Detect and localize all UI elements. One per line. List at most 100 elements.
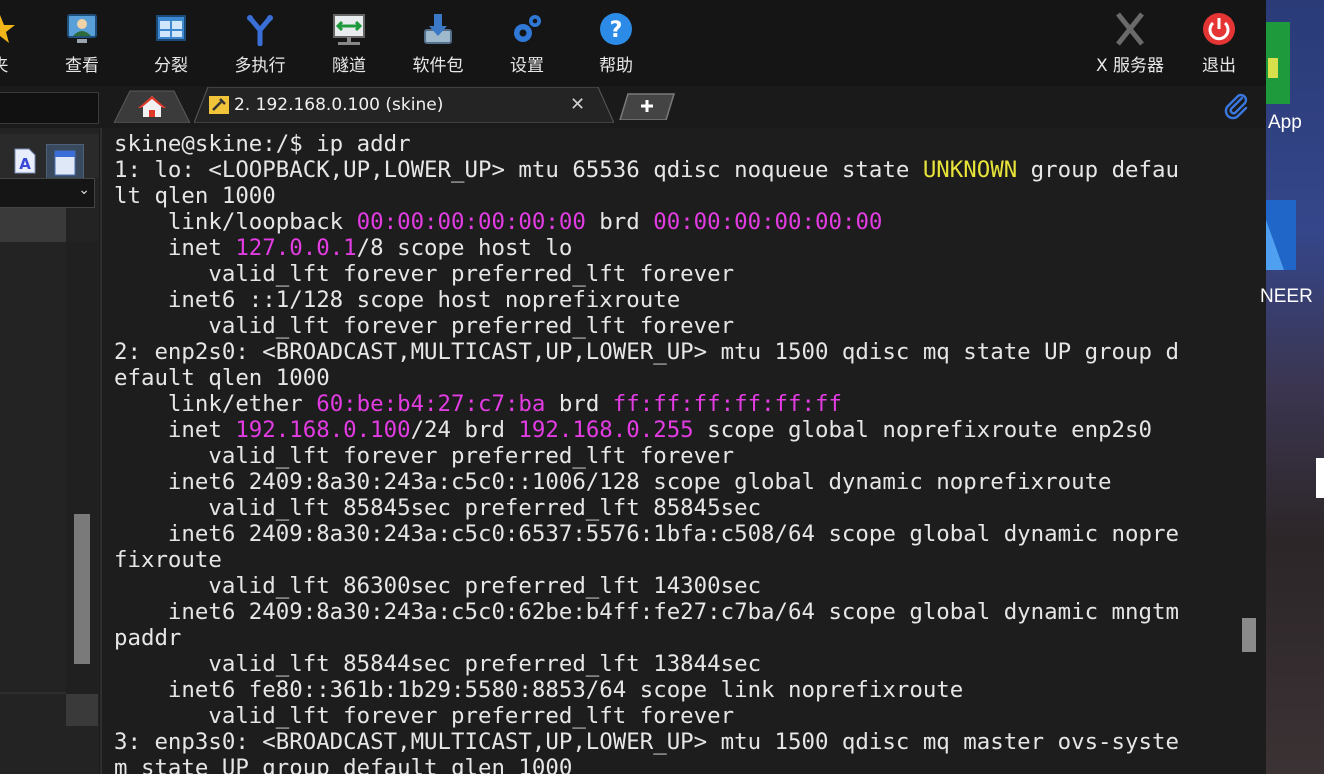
desktop-app-icon[interactable]: [1266, 22, 1290, 104]
terminal-text-segment: efault qlen 1000: [114, 365, 330, 391]
settings-label: 设置: [510, 56, 544, 76]
terminal-text-segment: inet6 fe80::361b:1b29:5580:8853/64 scope…: [114, 677, 964, 703]
packages-label: 软件包: [412, 56, 464, 76]
terminal-text-segment: paddr: [114, 625, 182, 651]
split-button[interactable]: 分裂: [135, 6, 207, 82]
desktop-icon-label-neer: NEER: [1260, 286, 1313, 307]
tab-home[interactable]: [112, 89, 192, 123]
desktop-icon-label-app: App: [1268, 112, 1302, 133]
terminal-text-segment: /24 brd: [410, 417, 519, 443]
terminal-text-segment: link/loopback: [114, 209, 357, 235]
settings-button[interactable]: 设置: [491, 6, 563, 82]
terminal-line: lt qlen 1000: [114, 183, 1179, 209]
session-tab-bar: 2. 192.168.0.100 (skine) ✕: [0, 86, 1266, 128]
document-view-icon[interactable]: [46, 144, 84, 182]
terminal-line: m state UP group default qlen 1000: [114, 755, 1179, 774]
quick-connect-input[interactable]: [0, 92, 99, 124]
wrench-terminal-icon: [209, 96, 229, 114]
terminal-text-segment: fixroute: [114, 547, 222, 573]
terminal-text-segment: inet6 2409:8a30:243a:c5c0::1006/128 scop…: [114, 469, 1112, 495]
terminal-line: efault qlen 1000: [114, 365, 1179, 391]
terminal-text-segment: UNKNOWN: [922, 157, 1018, 183]
new-tab-button[interactable]: [618, 92, 676, 120]
terminal-text-segment: inet: [114, 417, 236, 443]
split-window-icon: [156, 15, 186, 41]
terminal-text-segment: inet6 2409:8a30:243a:c5c0:62be:b4ff:fe27…: [114, 599, 1179, 625]
terminal-line: link/ether 60:be:b4:27:c7:ba brd ff:ff:f…: [114, 391, 1179, 417]
terminal-pane[interactable]: skine@skine:/$ ip addr 1: lo: <LOOPBACK,U…: [100, 128, 1240, 774]
terminal-text-segment: valid_lft forever preferred_lft forever: [114, 261, 735, 287]
terminal-text-segment: inet: [114, 235, 236, 261]
terminal-line: valid_lft forever preferred_lft forever: [114, 703, 1179, 729]
power-exit-icon: [1203, 13, 1235, 45]
terminal-text-segment: 127.0.0.1: [235, 235, 357, 261]
terminal-line: link/loopback 00:00:00:00:00:00 brd 00:0…: [114, 209, 1179, 235]
terminal-line: valid_lft 85844sec preferred_lft 13844se…: [114, 651, 1179, 677]
chevron-down-icon: ⌄: [78, 182, 90, 198]
svg-text:A: A: [19, 155, 31, 173]
sidebar-toolbar: A: [0, 134, 99, 182]
terminal-line: skine@skine:/$ ip addr: [114, 131, 1179, 157]
terminal-text-segment: brd: [545, 391, 613, 417]
terminal-scrollbar-thumb[interactable]: [1242, 618, 1256, 652]
sidebar-divider: [0, 692, 66, 694]
view-button[interactable]: 查看: [46, 6, 118, 82]
app-icon-glyph: [1268, 58, 1278, 78]
terminal-text-segment: m state UP group default qlen 1000: [114, 755, 573, 774]
sidebar-selected-row[interactable]: [0, 208, 66, 242]
tunnel-button[interactable]: 隧道: [313, 6, 385, 82]
terminal-text-segment: 2: enp2s0: <BROADCAST,MULTICAST,UP,LOWER…: [114, 339, 1179, 365]
tab-session[interactable]: 2. 192.168.0.100 (skine) ✕: [194, 87, 614, 123]
terminal-text-segment: /8 scope host lo: [356, 235, 573, 261]
tunnel-network-icon: [333, 14, 365, 45]
terminal-line: inet 192.168.0.100/24 brd 192.168.0.255 …: [114, 417, 1179, 443]
terminal-line: valid_lft forever preferred_lft forever: [114, 313, 1179, 339]
terminal-line: inet6 fe80::361b:1b29:5580:8853/64 scope…: [114, 677, 1179, 703]
sidebar-scrollbar-thumb[interactable]: [74, 514, 90, 664]
sftp-sidebar: A ⌄: [0, 128, 99, 774]
terminal-line: valid_lft forever preferred_lft forever: [114, 261, 1179, 287]
terminal-line: paddr: [114, 625, 1179, 651]
terminal-text-segment: inet6 2409:8a30:243a:c5c0:6537:5576:1bfa…: [114, 521, 1179, 547]
bookmarks-label: 夹: [0, 51, 36, 76]
package-download-icon: [424, 14, 452, 44]
terminal-output: skine@skine:/$ ip addr 1: lo: <LOOPBACK,U…: [114, 131, 1179, 774]
packages-button[interactable]: 软件包: [402, 6, 474, 82]
terminal-text-segment: 192.168.0.255: [518, 417, 694, 443]
help-question-icon: ?: [600, 13, 632, 45]
desktop-background: App NEER: [1260, 0, 1324, 774]
monitor-user-icon: [67, 14, 97, 43]
session-tab-label: 2. 192.168.0.100 (skine): [234, 95, 444, 115]
multiexec-button[interactable]: 多执行: [224, 6, 296, 82]
terminal-line: valid_lft forever preferred_lft forever: [114, 443, 1179, 469]
tunnel-label: 隧道: [332, 56, 366, 76]
terminal-text-segment: 00:00:00:00:00:00: [356, 209, 586, 235]
desktop-window-edge: [1316, 458, 1324, 498]
path-dropdown[interactable]: ⌄: [0, 178, 95, 208]
terminal-text-segment: valid_lft 85844sec preferred_lft 13844se…: [114, 651, 762, 677]
terminal-text-segment: valid_lft forever preferred_lft forever: [114, 313, 735, 339]
terminal-scrollbar[interactable]: [1238, 128, 1266, 774]
bookmarks-button[interactable]: 夹: [0, 6, 36, 82]
desktop-shortcut-icon[interactable]: [1266, 200, 1306, 280]
close-tab-icon[interactable]: ✕: [570, 94, 585, 115]
terminal-line: 3: enp3s0: <BROADCAST,MULTICAST,UP,LOWER…: [114, 729, 1179, 755]
exit-label: 退出: [1202, 56, 1236, 76]
exit-button[interactable]: 退出: [1183, 6, 1255, 82]
terminal-text-segment: valid_lft forever preferred_lft forever: [114, 443, 735, 469]
view-label: 查看: [65, 56, 99, 76]
paperclip-icon[interactable]: [1222, 92, 1250, 120]
terminal-line: 1: lo: <LOOPBACK,UP,LOWER_UP> mtu 65536 …: [114, 157, 1179, 183]
text-document-icon[interactable]: A: [14, 148, 36, 174]
terminal-line: 2: enp2s0: <BROADCAST,MULTICAST,UP,LOWER…: [114, 339, 1179, 365]
x-server-label: X 服务器: [1095, 56, 1165, 76]
multiexec-label: 多执行: [234, 56, 286, 76]
gears-icon: [514, 15, 541, 42]
multi-exec-fork-icon: [247, 15, 273, 46]
terminal-line: inet 127.0.0.1/8 scope host lo: [114, 235, 1179, 261]
terminal-text-segment: valid_lft forever preferred_lft forever: [114, 703, 735, 729]
svg-text:?: ?: [610, 18, 623, 43]
x-server-button[interactable]: X 服务器: [1092, 6, 1168, 82]
help-button[interactable]: ? 帮助: [580, 6, 652, 82]
terminal-line: inet6 2409:8a30:243a:c5c0:62be:b4ff:fe27…: [114, 599, 1179, 625]
